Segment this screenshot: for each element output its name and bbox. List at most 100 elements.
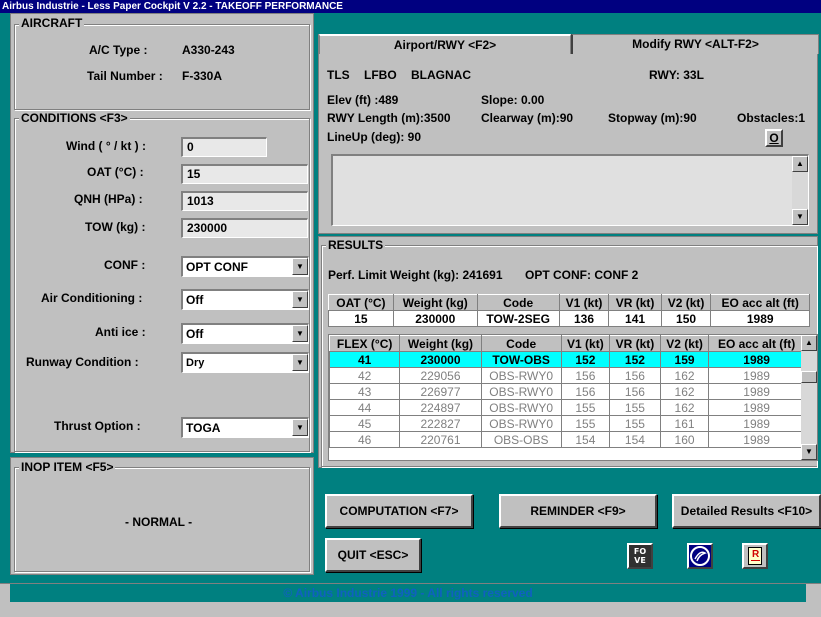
table-row[interactable]: 43 226977 OBS-RWY0 156 156 162 1989: [329, 383, 805, 400]
airport-panel: Airport/RWY <F2> Modify RWY <ALT-F2> TLS…: [318, 34, 819, 234]
air-conditioning-value: Off: [186, 293, 204, 307]
table-cell: OBS-RWY0: [480, 415, 562, 432]
tail-number-label: Tail Number :: [87, 69, 163, 83]
aircraft-group: AIRCRAFT A/C Type : A330-243 Tail Number…: [14, 16, 310, 110]
tab-modify-rwy[interactable]: Modify RWY <ALT-F2>: [571, 34, 819, 54]
column-header: OAT (°C): [328, 294, 394, 311]
chevron-down-icon[interactable]: ▼: [292, 354, 308, 371]
reminder-button[interactable]: REMINDER <F9>: [499, 494, 657, 528]
table-header-row: OAT (°C) Weight (kg) Code V1 (kt) VR (kt) V2 …: [328, 294, 810, 311]
table-cell: 160: [659, 431, 710, 448]
thrust-option-value: TOGA: [186, 421, 221, 435]
wind-label: Wind ( ° / kt ) :: [66, 139, 147, 153]
table-cell: 155: [560, 399, 611, 416]
table-cell: 1989: [708, 367, 805, 384]
inop-group: INOP ITEM <F5> - NORMAL -: [14, 460, 310, 572]
table-row[interactable]: 44 224897 OBS-RWY0 155 155 162 1989: [329, 399, 805, 416]
inop-title: INOP ITEM <F5>: [19, 460, 116, 474]
report-icon-label: R: [752, 549, 760, 560]
table-cell: 162: [659, 367, 710, 384]
oat-input[interactable]: 15: [181, 164, 308, 184]
airport-notes-box[interactable]: ▲ ▼: [331, 154, 809, 226]
table-row-selected[interactable]: 41 230000 TOW-OBS 152 152 159 1989: [329, 351, 805, 368]
air-conditioning-label: Air Conditioning :: [41, 291, 143, 305]
conf-label: CONF :: [104, 258, 146, 272]
chevron-down-icon[interactable]: ▼: [292, 258, 308, 275]
air-conditioning-select[interactable]: Off ▼: [181, 289, 309, 310]
column-header: Weight (kg): [399, 335, 482, 352]
actions-panel: COMPUTATION <F7> REMINDER <F9> Detailed …: [318, 485, 821, 578]
table-cell: 156: [560, 383, 611, 400]
status-bar: © Airbus Industrie 1999 - All rights res…: [0, 583, 821, 617]
scroll-up-icon[interactable]: ▲: [792, 156, 808, 172]
conf-select[interactable]: OPT CONF ▼: [181, 256, 309, 277]
table-cell: 136: [558, 310, 610, 327]
table-row[interactable]: 42 229056 OBS-RWY0 156 156 162 1989: [329, 367, 805, 384]
anti-ice-select[interactable]: Off ▼: [181, 323, 309, 344]
tab-airport-rwy[interactable]: Airport/RWY <F2>: [319, 34, 571, 54]
elevation: Elev (ft) :489: [327, 93, 399, 107]
scroll-thumb[interactable]: [801, 371, 817, 383]
tow-label: TOW (kg) :: [85, 220, 146, 234]
ac-type-value: A330-243: [182, 43, 235, 57]
anti-ice-label: Anti ice :: [95, 325, 146, 339]
column-header: EO acc alt (ft): [708, 335, 805, 352]
results-scrollbar[interactable]: ▲ ▼: [801, 335, 817, 460]
window-title: Airbus Industrie - Less Paper Cockpit V …: [0, 0, 821, 13]
table-row[interactable]: 45 222827 OBS-RWY0 155 155 161 1989: [329, 415, 805, 432]
flight-ops-icon[interactable]: FO VE: [627, 543, 653, 569]
table-cell: 156: [609, 367, 661, 384]
perf-limit-weight: Perf. Limit Weight (kg): 241691: [328, 268, 503, 282]
notes-scrollbar[interactable]: ▲ ▼: [792, 156, 808, 225]
thrust-option-select[interactable]: TOGA ▼: [181, 417, 309, 438]
detailed-results-button[interactable]: Detailed Results <F10>: [672, 494, 821, 528]
table-cell: 152: [609, 351, 661, 368]
runway-id: RWY: 33L: [649, 68, 704, 82]
chevron-down-icon[interactable]: ▼: [292, 291, 308, 308]
qnh-input[interactable]: 1013: [181, 191, 308, 211]
table-cell: 230000: [392, 310, 478, 327]
tow-input[interactable]: 230000: [181, 218, 308, 238]
obstacle-button[interactable]: O: [765, 129, 783, 147]
column-header: V2 (kt): [660, 294, 712, 311]
aircraft-title: AIRCRAFT: [19, 16, 85, 30]
chevron-down-icon[interactable]: ▼: [292, 419, 308, 436]
table-cell: OBS-RWY0: [480, 399, 562, 416]
table-cell: 1989: [708, 383, 805, 400]
conf-value: OPT CONF: [186, 260, 248, 274]
scroll-down-icon[interactable]: ▼: [792, 209, 808, 225]
thrust-option-label: Thrust Option :: [54, 419, 141, 433]
oat-results-table: OAT (°C) Weight (kg) Code V1 (kt) VR (kt) V2 …: [328, 294, 810, 327]
table-cell: 44: [329, 399, 401, 416]
column-header: Weight (kg): [392, 294, 478, 311]
copyright-text: © Airbus Industrie 1999 - All rights res…: [10, 584, 806, 602]
table-cell: TOW-OBS: [480, 351, 562, 368]
column-header: Code: [480, 335, 562, 352]
chevron-down-icon[interactable]: ▼: [292, 325, 308, 342]
table-cell: 155: [609, 399, 661, 416]
table-cell: 141: [608, 310, 662, 327]
column-header: VR (kt): [609, 335, 661, 352]
inop-status: - NORMAL -: [125, 515, 193, 529]
fo-ve-icon-label: FO VE: [633, 547, 647, 565]
airport-content: TLS LFBO BLAGNAC RWY: 33L Elev (ft) :489…: [319, 54, 817, 234]
scroll-down-icon[interactable]: ▼: [801, 444, 817, 460]
column-header: FLEX (°C): [329, 335, 401, 352]
airport-code-iata: TLS: [327, 68, 350, 82]
table-cell: 222827: [399, 415, 482, 432]
airbus-logo-icon[interactable]: [687, 543, 713, 569]
conditions-group: CONDITIONS <F3> Wind ( ° / kt ) : 0 OAT …: [14, 111, 310, 452]
results-panel: RESULTS Perf. Limit Weight (kg): 241691 …: [318, 236, 818, 468]
runway-condition-select[interactable]: Dry ▼: [181, 352, 309, 373]
table-row[interactable]: 15 230000 TOW-2SEG 136 141 150 1989: [328, 310, 810, 327]
report-icon[interactable]: R: [742, 543, 768, 569]
scroll-up-icon[interactable]: ▲: [801, 335, 817, 351]
table-row[interactable]: 46 220761 OBS-OBS 154 154 160 1989: [329, 431, 805, 448]
quit-button[interactable]: QUIT <ESC>: [325, 538, 421, 572]
wind-input[interactable]: 0: [181, 137, 267, 157]
computation-button[interactable]: COMPUTATION <F7>: [325, 494, 473, 528]
airport-code-icao: LFBO: [364, 68, 397, 82]
opt-conf-result: OPT CONF: CONF 2: [525, 268, 639, 282]
table-cell: 150: [660, 310, 712, 327]
table-cell: 226977: [399, 383, 482, 400]
